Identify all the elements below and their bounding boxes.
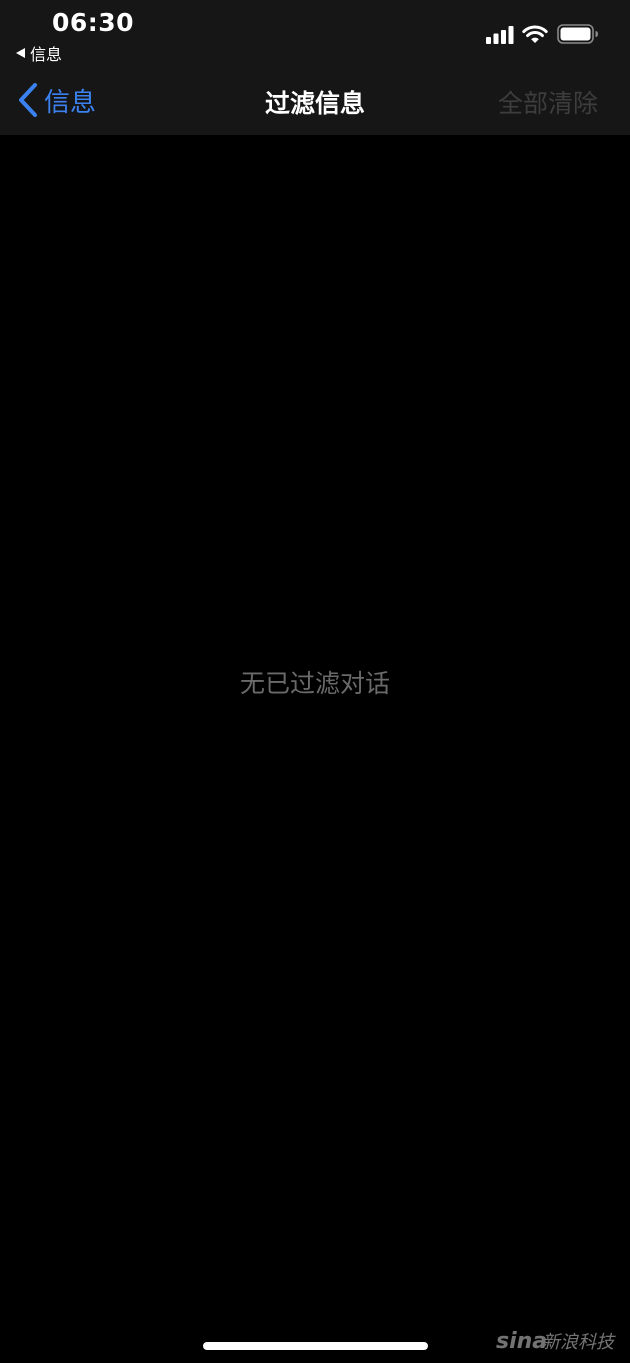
watermark-text: 新浪科技 (542, 1332, 616, 1353)
chevron-left-icon (19, 83, 37, 117)
empty-state-message: 无已过滤对话 (239, 669, 390, 698)
battery-icon (557, 24, 598, 44)
back-triangle-icon (16, 48, 25, 58)
clear-all-button[interactable]: 全部清除 (498, 84, 598, 120)
cellular-signal-icon (486, 26, 514, 44)
back-button[interactable]: 信息 (18, 82, 96, 118)
wifi-icon (522, 25, 548, 43)
svg-text:sina: sina (496, 1329, 547, 1354)
return-app-label: 信息 (30, 45, 63, 64)
navigation-bar: 信息 过滤信息 全部清除 (0, 66, 630, 135)
status-bar: 06:30 信息 (0, 0, 630, 66)
back-button-label: 信息 (44, 87, 97, 118)
return-to-app-button[interactable]: 信息 (16, 41, 62, 65)
home-indicator[interactable] (203, 1342, 428, 1350)
status-time: 06:30 (52, 8, 135, 37)
sina-tech-watermark-logo: sina 新浪科技 (496, 1329, 616, 1354)
